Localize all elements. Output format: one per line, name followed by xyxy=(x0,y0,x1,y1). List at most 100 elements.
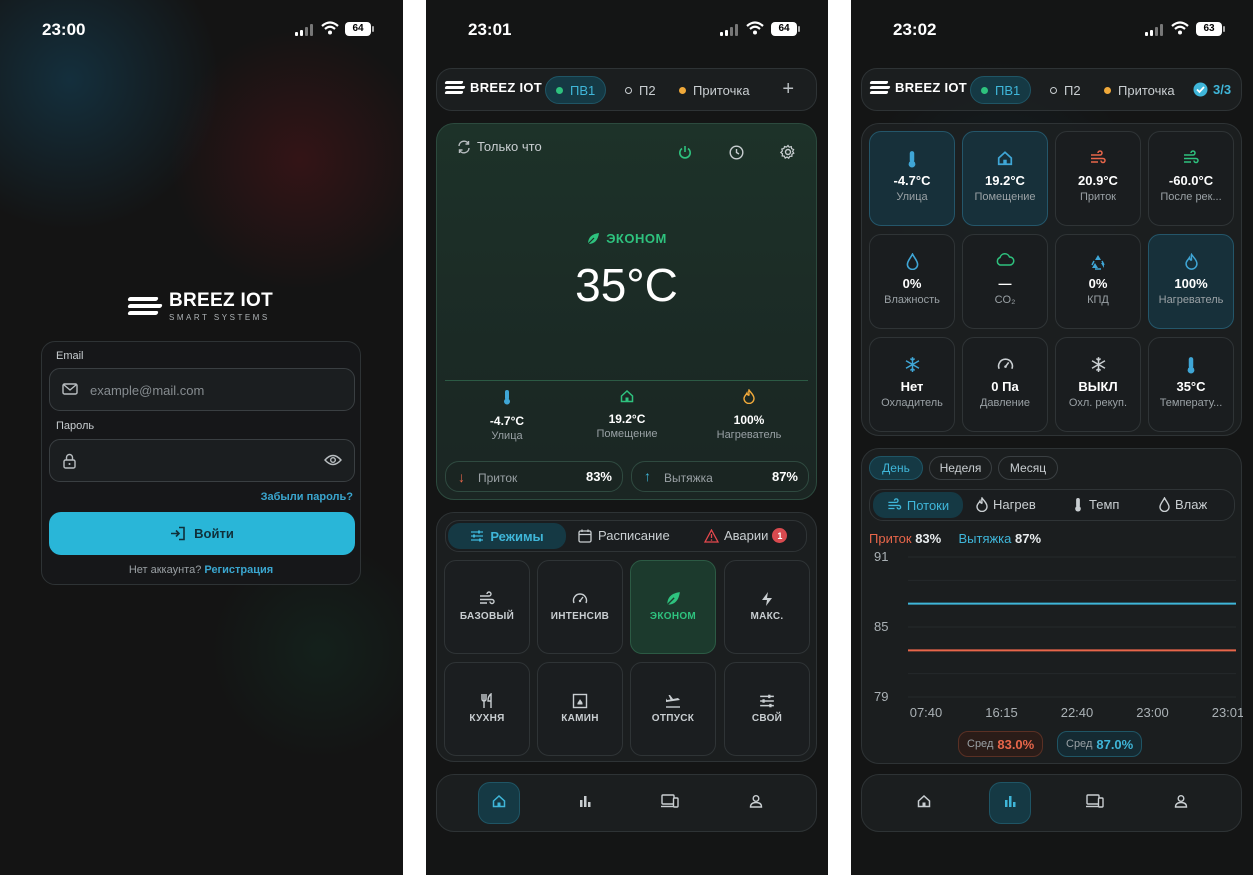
tab-schedule[interactable]: Расписание xyxy=(578,528,670,543)
status-time: 23:02 xyxy=(893,20,937,39)
nav-devices[interactable] xyxy=(1074,782,1116,824)
email-field[interactable]: example@mail.com xyxy=(49,368,355,411)
battery-icon: 63 xyxy=(1196,22,1225,36)
metric-name: CO₂ xyxy=(994,294,1016,306)
tab-alarms[interactable]: Аварии 1 xyxy=(704,528,788,543)
metric-name: Помещение xyxy=(974,191,1036,203)
metric-name: Нагреватель xyxy=(1158,294,1224,306)
gear-icon[interactable] xyxy=(780,144,796,160)
device-tab-p2[interactable]: П2 xyxy=(625,83,656,98)
metric-value: 0% xyxy=(1088,276,1108,291)
metric-tile[interactable]: -60.0°C После рек... xyxy=(1148,131,1234,226)
mode-label: СВОЙ xyxy=(751,713,783,724)
mode-tile-kitchen[interactable]: КУХНЯ xyxy=(444,662,530,756)
device-label: Приточка xyxy=(1118,83,1175,98)
nav-stats[interactable] xyxy=(564,782,606,824)
mode-tile-custom[interactable]: СВОЙ xyxy=(724,662,810,756)
mode-label: ОТПУСК xyxy=(651,713,695,724)
wind-icon xyxy=(1181,150,1201,170)
flame-icon xyxy=(699,388,799,409)
device-tab-pritochka[interactable]: Приточка xyxy=(1104,83,1175,98)
legend-exhaust-name: Вытяжка xyxy=(958,531,1012,546)
flow-chart: 91 85 79 07:40 16:15 22:40 23:00 23:01 xyxy=(874,549,1243,720)
tab-modes[interactable]: Режимы xyxy=(448,523,566,549)
device-tab-p2[interactable]: П2 xyxy=(1050,83,1081,98)
avg-label: Сред xyxy=(967,738,994,750)
tab-label: Потоки xyxy=(906,497,950,513)
nav-home[interactable] xyxy=(478,782,520,824)
x-tick-label: 16:15 xyxy=(985,705,1018,720)
metric-name: Температу... xyxy=(1159,397,1223,409)
clock-icon[interactable] xyxy=(729,145,744,160)
login-button[interactable]: Войти xyxy=(49,512,355,555)
eye-icon[interactable] xyxy=(324,454,342,466)
status-dot xyxy=(625,87,632,94)
metric-tile[interactable]: 20.9°C Приток xyxy=(1055,131,1141,226)
metric-tile[interactable]: 100% Нагреватель xyxy=(1148,234,1234,329)
avg-exhaust-badge: Сред 87.0% xyxy=(1057,731,1143,757)
tab-label: Темп xyxy=(1089,497,1120,512)
devices-icon xyxy=(1086,793,1104,813)
nav-home[interactable] xyxy=(903,782,945,824)
chart-tab-flows[interactable]: Потоки xyxy=(873,492,963,518)
chart-tab-temp[interactable]: Темп xyxy=(1073,497,1119,512)
metric-tile[interactable]: 0% Влажность xyxy=(869,234,955,329)
mode-tile-basic[interactable]: БАЗОВЫЙ xyxy=(444,560,530,654)
tab-label: Аварии xyxy=(724,528,769,543)
device-tab-pv1[interactable]: ПВ1 xyxy=(545,76,607,104)
leaf-icon xyxy=(665,591,681,607)
mode-label: ИНТЕНСИВ xyxy=(550,611,610,622)
mode-name: ЭКОНОМ xyxy=(606,231,667,246)
y-tick-label: 79 xyxy=(874,689,888,704)
wifi-icon xyxy=(746,21,764,35)
device-counter[interactable]: 3/3 xyxy=(1193,82,1231,97)
mode-tile-vacation[interactable]: ОТПУСК xyxy=(630,662,716,756)
status-time: 23:01 xyxy=(468,20,512,39)
metric-tile[interactable]: — CO₂ xyxy=(962,234,1048,329)
signal-icon xyxy=(295,24,313,36)
power-icon[interactable] xyxy=(678,145,692,159)
forgot-password-link[interactable]: Забыли пароль? xyxy=(261,491,353,503)
chart-tab-heating[interactable]: Нагрев xyxy=(976,497,1036,512)
period-week[interactable]: Неделя xyxy=(929,456,992,480)
y-tick-label: 91 xyxy=(874,549,888,564)
metric-tile[interactable]: 0 Па Давление xyxy=(962,337,1048,432)
metric-tile[interactable]: 19.2°C Помещение xyxy=(962,131,1048,226)
period-day[interactable]: День xyxy=(869,456,923,480)
sensor-name: Нагреватель xyxy=(716,429,782,441)
metric-name: Приток xyxy=(1079,191,1116,203)
battery-icon: 64 xyxy=(771,22,800,36)
nav-profile[interactable] xyxy=(735,782,777,824)
metric-tile[interactable]: -4.7°C Улица xyxy=(869,131,955,226)
mode-tile-max[interactable]: МАКС. xyxy=(724,560,810,654)
sensor-name: Помещение xyxy=(596,428,658,440)
mode-tile-fireplace[interactable]: КАМИН xyxy=(537,662,623,756)
metric-name: Охл. рекуп. xyxy=(1068,397,1128,409)
update-status: Только что xyxy=(457,139,542,154)
device-tab-pritochka[interactable]: Приточка xyxy=(679,83,750,98)
period-month[interactable]: Месяц xyxy=(998,456,1058,480)
metric-tile[interactable]: 35°C Температу... xyxy=(1148,337,1234,432)
brand-logo: BREEZ IOT SMART SYSTEMS xyxy=(127,290,273,322)
password-label: Пароль xyxy=(56,420,95,432)
nav-stats[interactable] xyxy=(989,782,1031,824)
nav-devices[interactable] xyxy=(649,782,691,824)
mode-tile-econom[interactable]: ЭКОНОМ xyxy=(630,560,716,654)
avg-value: 83.0% xyxy=(997,736,1035,752)
status-dot xyxy=(556,86,563,94)
add-device-icon[interactable]: + xyxy=(782,78,794,101)
mode-tile-intensive[interactable]: ИНТЕНСИВ xyxy=(537,560,623,654)
mode-label: МАКС. xyxy=(750,611,784,622)
email-label: Email xyxy=(56,350,84,362)
droplet-icon xyxy=(1159,497,1170,512)
nav-profile[interactable] xyxy=(1160,782,1202,824)
metric-tile[interactable]: 0% КПД xyxy=(1055,234,1141,329)
metric-value: Нет xyxy=(900,379,924,394)
chart-tab-humidity[interactable]: Влаж xyxy=(1159,497,1207,512)
metric-tile[interactable]: Нет Охладитель xyxy=(869,337,955,432)
register-link[interactable]: Регистрация xyxy=(204,564,273,576)
device-tab-pv1[interactable]: ПВ1 xyxy=(970,76,1032,104)
password-field[interactable] xyxy=(49,439,355,482)
cutlery-icon xyxy=(479,692,495,709)
metric-tile[interactable]: ВЫКЛ Охл. рекуп. xyxy=(1055,337,1141,432)
